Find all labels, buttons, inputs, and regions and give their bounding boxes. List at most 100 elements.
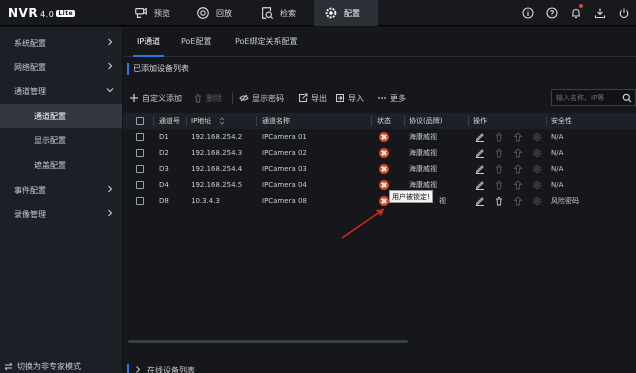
nav-tab-label: 配置 (344, 8, 360, 18)
cell-ip: 192.168.254.5 (191, 181, 243, 189)
import-button[interactable]: 导入 (335, 91, 364, 105)
download-button[interactable] (588, 0, 612, 26)
gear-icon (325, 7, 337, 19)
settings-icon[interactable] (532, 148, 542, 158)
sort-icon[interactable] (219, 117, 225, 125)
upgrade-icon[interactable] (513, 164, 523, 174)
nav-tab-preview[interactable]: 预览 (124, 0, 180, 26)
table-row[interactable]: D2 192.168.254.3 IPCamera 02 海康威视 N/A (123, 145, 636, 161)
table-row[interactable]: D8 10.3.4.3 IPCamera 08 视 用户被锁定! 风险密码 (123, 190, 636, 209)
export-button[interactable]: 导出 (298, 91, 327, 105)
tab-ip-channel[interactable]: IP通道 (133, 36, 165, 57)
sidebar-item-record[interactable]: 录像管理 (0, 202, 122, 226)
nav-tab-playback[interactable]: 回放 (186, 0, 242, 26)
cell-security: N/A (551, 133, 564, 141)
nav-tab-label: 检索 (280, 8, 296, 18)
table-row[interactable]: D1 192.168.254.2 IPCamera 01 海康威视 N/A (123, 129, 636, 145)
edit-icon[interactable] (475, 132, 485, 142)
sidebar-subitem-channel-config[interactable]: 通道配置 (0, 104, 122, 128)
cell-security: N/A (551, 149, 564, 157)
nav-tab-label: 回放 (216, 8, 232, 18)
row-checkbox[interactable] (136, 149, 144, 157)
sidebar-item-network[interactable]: 网络配置 (0, 55, 122, 79)
trash-icon[interactable] (494, 148, 504, 158)
top-right-icons (516, 0, 636, 26)
tab-poe-config[interactable]: PoE配置 (177, 36, 216, 57)
status-error-icon[interactable] (379, 180, 389, 190)
online-devices-label: 在线设备列表 (147, 366, 195, 373)
sidebar-item-system[interactable]: 系统配置 (0, 31, 122, 55)
search-icon[interactable] (622, 93, 632, 103)
switch-mode-button[interactable]: 切换为非专家模式 (4, 361, 81, 372)
row-checkbox[interactable] (136, 197, 144, 205)
app-logo: NVR 4.0 Lite (8, 6, 76, 20)
upgrade-icon[interactable] (513, 132, 523, 142)
column-divider (404, 116, 405, 126)
column-divider (153, 116, 154, 126)
search-input[interactable] (556, 93, 618, 102)
settings-icon[interactable] (532, 180, 542, 190)
horizontal-scrollbar[interactable] (128, 340, 408, 343)
upgrade-icon[interactable] (513, 148, 523, 158)
info-button[interactable] (516, 0, 540, 26)
sidebar-subitem-display-config[interactable]: 显示配置 (0, 128, 122, 152)
help-button[interactable] (540, 0, 564, 26)
table-row[interactable]: D4 192.168.254.5 IPCamera 04 海康威视 N/A (123, 177, 636, 193)
sidebar-item-label: 系统配置 (14, 38, 46, 48)
sidebar-subitem-mask-config[interactable]: 遮盖配置 (0, 153, 122, 177)
power-button[interactable] (612, 0, 636, 26)
row-checkbox[interactable] (136, 181, 144, 189)
status-error-icon[interactable] (379, 148, 389, 158)
chevron-down-icon (106, 88, 114, 93)
row-checkbox[interactable] (136, 165, 144, 173)
cell-protocol: 海康威视 (409, 133, 437, 141)
download-icon (594, 8, 606, 19)
nav-tab-config[interactable]: 配置 (314, 0, 378, 26)
header-ip[interactable]: IP地址 (191, 113, 211, 129)
edit-icon[interactable] (475, 148, 485, 158)
nav-tab-label: 预览 (154, 8, 170, 18)
sidebar-item-label: 网络配置 (14, 62, 46, 72)
upgrade-icon[interactable] (513, 196, 523, 206)
row-checkbox[interactable] (136, 133, 144, 141)
edit-icon[interactable] (475, 180, 485, 190)
cell-name: IPCamera 01 (262, 133, 307, 141)
trash-icon[interactable] (494, 132, 504, 142)
trash-icon[interactable] (494, 164, 504, 174)
sidebar-item-event[interactable]: 事件配置 (0, 178, 122, 202)
cell-channel: D8 (159, 197, 169, 205)
trash-icon[interactable] (494, 196, 504, 206)
export-icon (299, 93, 308, 102)
cell-ip: 192.168.254.4 (191, 165, 243, 173)
delete-button[interactable]: 删除 (193, 91, 222, 105)
table-row[interactable]: D3 192.168.254.4 IPCamera 03 海康威视 N/A (123, 161, 636, 177)
tab-poe-binding[interactable]: PoE绑定关系配置 (231, 36, 302, 57)
select-all-checkbox[interactable] (136, 117, 144, 125)
more-button[interactable]: 更多 (377, 91, 406, 105)
edit-icon[interactable] (475, 164, 485, 174)
header-channel[interactable]: 通道号 (159, 113, 180, 129)
settings-icon[interactable] (532, 164, 542, 174)
settings-icon[interactable] (532, 132, 542, 142)
status-error-icon[interactable] (379, 132, 389, 142)
nav-tab-search[interactable]: 检索 (250, 0, 306, 26)
settings-icon[interactable] (532, 196, 542, 206)
column-divider (256, 116, 257, 126)
add-custom-button[interactable]: 自定义添加 (129, 91, 182, 105)
trash-icon[interactable] (494, 180, 504, 190)
status-error-icon[interactable] (379, 196, 389, 206)
notification-button[interactable] (564, 0, 588, 26)
upgrade-icon[interactable] (513, 180, 523, 190)
sidebar-item-channel[interactable]: 通道管理 (0, 79, 122, 103)
section-title: 已添加设备列表 (127, 63, 189, 75)
edit-icon[interactable] (475, 196, 485, 206)
online-devices-section[interactable]: 在线设备列表 (123, 362, 636, 373)
playback-icon (197, 7, 209, 19)
chevron-right-icon (108, 209, 113, 217)
more-icon (378, 97, 386, 99)
cell-name: IPCamera 03 (262, 165, 307, 173)
show-password-button[interactable]: 显示密码 (239, 91, 284, 105)
column-divider (546, 116, 547, 126)
status-error-icon[interactable] (379, 164, 389, 174)
chevron-right-icon (108, 185, 113, 193)
